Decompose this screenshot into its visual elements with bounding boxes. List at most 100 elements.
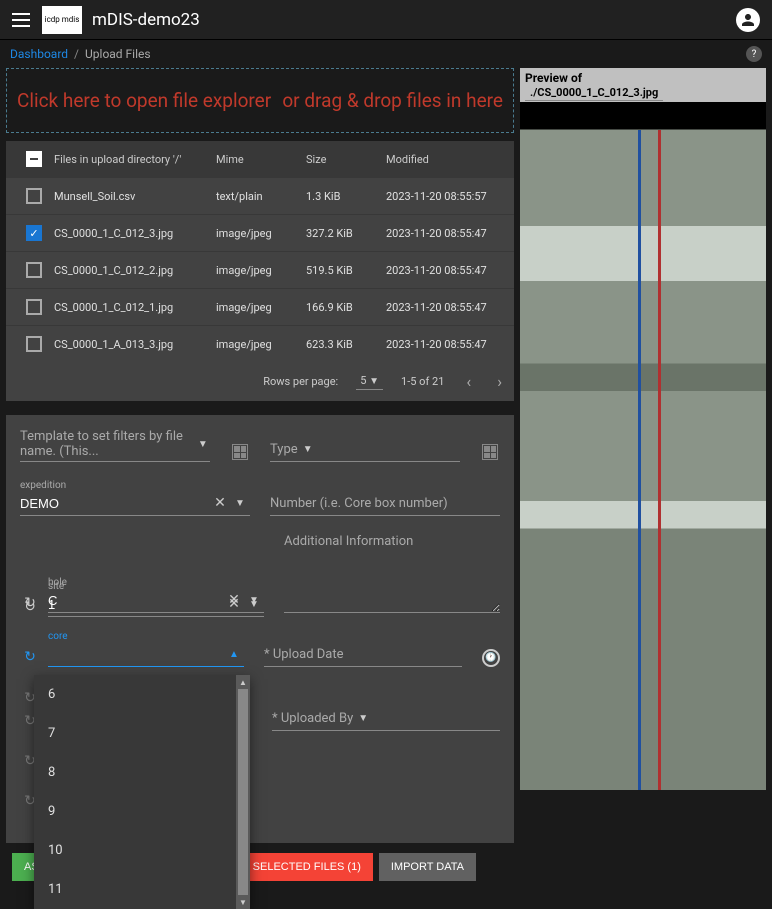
chevron-down-icon[interactable]: ▼ [298, 439, 318, 459]
cell-mime: image/jpeg [216, 264, 306, 277]
dropdown-option[interactable]: 6 [34, 675, 250, 714]
col-mime[interactable]: Mime [216, 153, 306, 166]
scroll-up-icon[interactable]: ▲ [236, 675, 250, 689]
expedition-input[interactable] [20, 496, 210, 511]
table-row[interactable]: CS_0000_1_C_012_3.jpg image/jpeg 327.2 K… [6, 214, 514, 251]
rows-per-page-label: Rows per page: [263, 375, 338, 388]
scrollbar[interactable]: ▲ ▼ [236, 675, 250, 909]
scroll-down-icon[interactable]: ▼ [236, 895, 250, 909]
refresh-icon[interactable]: ↻ [20, 647, 40, 667]
blue-line [638, 130, 641, 790]
dropdown-option[interactable]: 7 [34, 714, 250, 753]
help-icon[interactable]: ? [746, 46, 762, 62]
table-footer: Rows per page: 5 ▼ 1-5 of 21 ‹ › [6, 362, 514, 401]
grid-icon[interactable] [230, 442, 250, 462]
red-line [658, 130, 661, 790]
refresh-icon[interactable]: ↻ [20, 593, 40, 613]
scroll-thumb[interactable] [238, 689, 248, 895]
core-input[interactable] [48, 647, 224, 662]
dropdown-option[interactable]: 8 [34, 753, 250, 792]
logo: icdp mdis [42, 6, 82, 34]
additional-info-label: Additional Information [284, 534, 500, 549]
cell-size: 327.2 KiB [306, 227, 386, 240]
expedition-label: expedition [20, 480, 250, 491]
dropdown-option[interactable]: 10 [34, 831, 250, 870]
col-size[interactable]: Size [306, 153, 386, 166]
preview-image [520, 102, 766, 790]
table-row[interactable]: Munsell_Soil.csv text/plain 1.3 KiB 2023… [6, 177, 514, 214]
type-select[interactable]: Type [270, 442, 298, 457]
cell-modified: 2023-11-20 08:55:47 [386, 301, 506, 314]
hole-label: hole [48, 577, 264, 588]
clear-icon[interactable]: ✕ [210, 493, 230, 513]
cell-modified: 2023-11-20 08:55:57 [386, 190, 506, 203]
grid-icon[interactable] [480, 442, 500, 462]
select-all-checkbox[interactable] [26, 151, 42, 167]
col-name[interactable]: Files in upload directory '/' [54, 153, 216, 166]
uploaded-by-select[interactable]: * Uploaded By [272, 711, 353, 726]
preview-title: Preview of [525, 71, 582, 85]
chevron-down-icon[interactable]: ▼ [196, 434, 210, 454]
upload-date-input[interactable]: * Upload Date [264, 647, 344, 662]
row-checkbox[interactable] [26, 299, 42, 315]
core-label: core [48, 631, 244, 642]
dropdown-option[interactable]: 11 [34, 870, 250, 909]
cell-name: CS_0000_1_A_013_3.jpg [54, 338, 216, 351]
next-page-icon[interactable]: › [493, 372, 506, 391]
chevron-up-icon[interactable]: ▲ [224, 644, 244, 664]
chevron-down-icon[interactable]: ▼ [230, 493, 250, 513]
cell-name: CS_0000_1_C_012_1.jpg [54, 301, 216, 314]
row-checkbox[interactable] [26, 188, 42, 204]
preview-filename: ./CS_0000_1_C_012_3.jpg [525, 85, 663, 101]
cell-size: 623.3 KiB [306, 338, 386, 351]
dropzone-text-right: or drag & drop files in here [282, 89, 503, 112]
preview-panel: Preview of ./CS_0000_1_C_012_3.jpg [520, 68, 766, 891]
clock-icon[interactable]: 🕐 [482, 649, 500, 667]
cell-name: CS_0000_1_C_012_3.jpg [54, 227, 216, 240]
breadcrumb-root[interactable]: Dashboard [10, 47, 68, 61]
table-row[interactable]: CS_0000_1_C_012_1.jpg image/jpeg 166.9 K… [6, 288, 514, 325]
topbar: icdp mdis mDIS-demo23 [0, 0, 772, 40]
file-table: Files in upload directory '/' Mime Size … [6, 141, 514, 401]
chevron-down-icon[interactable]: ▼ [244, 590, 264, 610]
import-button[interactable]: IMPORT DATA [379, 853, 476, 881]
col-modified[interactable]: Modified [386, 153, 506, 166]
row-checkbox[interactable] [26, 225, 42, 241]
row-checkbox[interactable] [26, 262, 42, 278]
cell-modified: 2023-11-20 08:55:47 [386, 338, 506, 351]
table-row[interactable]: CS_0000_1_A_013_3.jpg image/jpeg 623.3 K… [6, 325, 514, 362]
menu-icon[interactable] [12, 13, 30, 27]
cell-mime: image/jpeg [216, 301, 306, 314]
cell-modified: 2023-11-20 08:55:47 [386, 264, 506, 277]
table-row[interactable]: CS_0000_1_C_012_2.jpg image/jpeg 519.5 K… [6, 251, 514, 288]
dropdown-option[interactable]: 9 [34, 792, 250, 831]
prev-page-icon[interactable]: ‹ [462, 372, 475, 391]
breadcrumb: Dashboard / Upload Files ? [0, 40, 772, 68]
core-dropdown: 67891011 ▲ ▼ [34, 675, 250, 909]
cell-modified: 2023-11-20 08:55:47 [386, 227, 506, 240]
cell-mime: text/plain [216, 190, 306, 203]
cell-size: 1.3 KiB [306, 190, 386, 203]
additional-info-textarea[interactable] [284, 553, 500, 613]
table-header: Files in upload directory '/' Mime Size … [6, 141, 514, 177]
cell-name: CS_0000_1_C_012_2.jpg [54, 264, 216, 277]
dropzone[interactable]: Click here to open file explorer or drag… [6, 68, 514, 133]
hole-input[interactable] [48, 593, 224, 608]
breadcrumb-current: Upload Files [85, 47, 151, 61]
rows-per-page-value[interactable]: 5 ▼ [356, 374, 383, 390]
number-input[interactable]: Number (i.e. Core box number) [270, 496, 448, 511]
cell-size: 166.9 KiB [306, 301, 386, 314]
template-select[interactable]: Template to set filters by file name. (T… [20, 429, 196, 459]
app-title: mDIS-demo23 [92, 10, 736, 30]
cell-name: Munsell_Soil.csv [54, 190, 216, 203]
chevron-down-icon[interactable]: ▼ [353, 708, 373, 728]
page-range: 1-5 of 21 [401, 375, 444, 388]
row-checkbox[interactable] [26, 336, 42, 352]
cell-size: 519.5 KiB [306, 264, 386, 277]
form-panel: Template to set filters by file name. (T… [6, 415, 514, 843]
cell-mime: image/jpeg [216, 338, 306, 351]
cell-mime: image/jpeg [216, 227, 306, 240]
dropzone-text-left: Click here to open file explorer [17, 89, 271, 112]
clear-icon[interactable]: ✕ [224, 590, 244, 610]
user-icon[interactable] [736, 8, 760, 32]
